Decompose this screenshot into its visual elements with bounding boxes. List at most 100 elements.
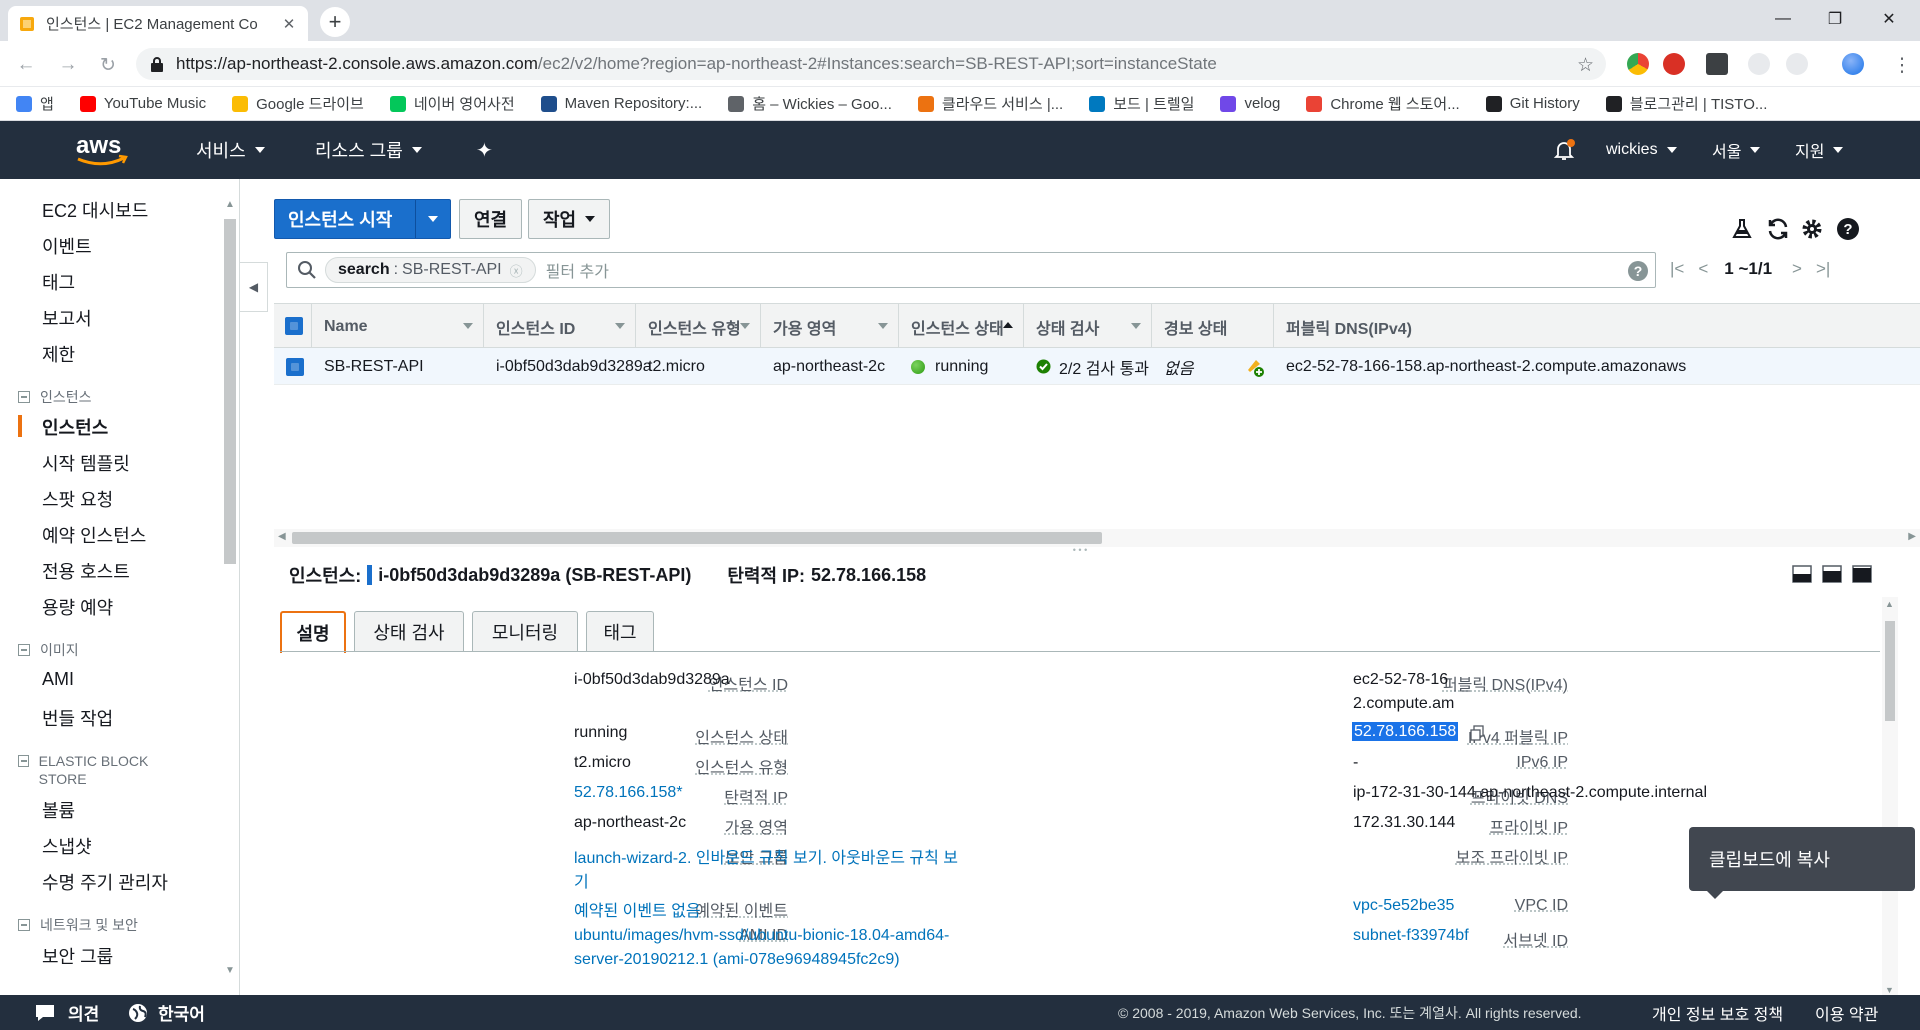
bookmark-item[interactable]: Chrome 웹 스토어... [1306, 93, 1460, 114]
extension-chrome-icon[interactable] [1627, 53, 1649, 75]
profile-avatar[interactable] [1842, 53, 1864, 75]
back-icon[interactable]: ← [14, 53, 38, 77]
value-scheduled-events-link[interactable]: 예약된 이벤트 없음 [574, 897, 701, 921]
column-header-public-dns[interactable]: 퍼블릭 DNS(IPv4) [1274, 304, 1920, 349]
value-elastic-ip-link[interactable]: 52.78.166.158* [574, 784, 683, 802]
layout-full-icon[interactable] [1852, 565, 1872, 583]
column-header-instance-state[interactable]: 인스턴스 상태 [899, 304, 1024, 349]
value-subnet-id-link[interactable]: subnet-f33974bf [1353, 927, 1469, 945]
forward-icon[interactable]: → [56, 53, 80, 77]
sidebar-item-volumes[interactable]: 볼륨 [42, 797, 75, 823]
sidebar-item-capacity-reservations[interactable]: 용량 예약 [42, 594, 113, 620]
tab-status-checks[interactable]: 상태 검사 [354, 611, 464, 651]
bookmark-item[interactable]: 블로그관리 | TISTO... [1605, 93, 1767, 114]
sidebar-item-security-groups[interactable]: 보안 그룹 [42, 943, 113, 969]
aws-logo-icon[interactable]: aws [72, 131, 132, 169]
settings-gear-icon[interactable] [1800, 217, 1824, 241]
tab-monitoring[interactable]: 모니터링 [472, 611, 578, 651]
extension-gear-icon[interactable] [1748, 53, 1770, 75]
column-header-status-checks[interactable]: 상태 검사 [1024, 304, 1152, 349]
vertical-scroll-thumb[interactable] [1885, 621, 1895, 721]
column-header-instance-id[interactable]: 인스턴스 ID [484, 304, 636, 349]
bookmark-item[interactable]: 앱 [16, 93, 54, 114]
sidebar-item-limits[interactable]: 제한 [42, 341, 75, 367]
resource-groups-menu[interactable]: 리소스 그룹 [315, 121, 422, 179]
value-security-groups-link-cont[interactable]: 기 [574, 868, 589, 892]
scroll-right-icon[interactable]: ▶ [1908, 531, 1916, 542]
filter-help-icon[interactable]: ? [1627, 260, 1649, 282]
tab-close-icon[interactable]: ✕ [280, 15, 298, 33]
column-header-name[interactable]: Name [312, 304, 484, 349]
value-vpc-id-link[interactable]: vpc-5e52be35 [1353, 897, 1454, 915]
scroll-down-icon[interactable]: ▼ [222, 965, 238, 981]
search-filter-pill[interactable]: search: SB-REST-API ⓧ [325, 257, 536, 283]
scroll-up-icon[interactable]: ▲ [1885, 599, 1894, 609]
support-menu[interactable]: 지원 [1795, 121, 1844, 179]
sidebar-section-ebs[interactable]: ELASTIC BLOCK STORE [18, 752, 178, 788]
value-ipv4-public-ip[interactable]: 52.78.166.158 [1352, 722, 1459, 741]
feedback-button[interactable]: 의견 [34, 995, 99, 1030]
services-menu[interactable]: 서비스 [196, 121, 265, 179]
sidebar-item-ami[interactable]: AMI [42, 669, 74, 690]
extension-user-icon[interactable] [1786, 53, 1808, 75]
tab-tags[interactable]: 태그 [586, 611, 654, 651]
window-close-icon[interactable]: ✕ [1866, 4, 1912, 34]
first-page-icon[interactable]: |< [1670, 259, 1684, 279]
refresh-icon[interactable] [1766, 217, 1790, 241]
language-selector[interactable]: 한국어 [128, 995, 205, 1030]
value-ami-id-link-cont[interactable]: server-20190212.1 (ami-078e96948945fc2c9… [574, 951, 900, 969]
bookmark-item[interactable]: 클라우드 서비스 |... [917, 93, 1063, 114]
last-page-icon[interactable]: >| [1816, 259, 1830, 279]
sidebar-item-dashboard[interactable]: EC2 대시보드 [42, 197, 148, 223]
bookmark-star-icon[interactable]: ☆ [1577, 54, 1594, 77]
sidebar-item-bundle-tasks[interactable]: 번들 작업 [42, 705, 113, 731]
column-header-alarm-status[interactable]: 경보 상태 [1152, 304, 1274, 349]
connect-button[interactable]: 연결 [459, 199, 522, 239]
browser-menu-icon[interactable]: ⋮ [1890, 53, 1914, 77]
sidebar-scroll-thumb[interactable] [224, 219, 236, 564]
scroll-up-icon[interactable]: ▲ [222, 199, 238, 215]
pin-icon[interactable]: ✦ [476, 121, 493, 179]
select-all-checkbox[interactable] [285, 317, 303, 335]
sidebar-section-network[interactable]: 네트워크 및 보안 [18, 916, 138, 934]
minimize-icon[interactable]: — [1760, 4, 1806, 34]
layout-bottom-icon[interactable] [1792, 565, 1812, 583]
bookmark-item[interactable]: Maven Repository:... [540, 95, 702, 112]
column-header-availability-zone[interactable]: 가용 영역 [761, 304, 899, 349]
add-alarm-bell-icon[interactable] [1244, 356, 1266, 378]
remove-filter-icon[interactable]: ⓧ [510, 261, 523, 280]
sidebar-item-reports[interactable]: 보고서 [42, 305, 92, 331]
sidebar-section-instances[interactable]: 인스턴스 [18, 388, 92, 406]
scroll-down-icon[interactable]: ▼ [1885, 985, 1894, 995]
url-bar[interactable]: https://ap-northeast-2.console.aws.amazo… [136, 48, 1606, 80]
value-security-groups-link[interactable]: launch-wizard-2. 인바운드 규칙 보기. 아웃바운드 규칙 보 [574, 844, 958, 868]
scroll-left-icon[interactable]: ◀ [278, 531, 286, 542]
column-header-instance-type[interactable]: 인스턴스 유형 [636, 304, 761, 349]
extension-adblock-icon[interactable] [1663, 53, 1685, 75]
sidebar-item-dedicated-hosts[interactable]: 전용 호스트 [42, 558, 130, 584]
browser-tab[interactable]: 인스턴스 | EC2 Management Co ✕ [8, 6, 308, 41]
horizontal-scroll-thumb[interactable] [292, 532, 1102, 544]
row-checkbox[interactable] [286, 358, 304, 376]
new-tab-button[interactable]: + [320, 7, 350, 37]
privacy-policy-link[interactable]: 개인 정보 보호 정책 [1652, 995, 1783, 1030]
terms-link[interactable]: 이용 약관 [1815, 995, 1878, 1030]
sidebar-section-images[interactable]: 이미지 [18, 641, 79, 659]
copy-to-clipboard-icon[interactable] [1469, 725, 1485, 741]
filter-bar[interactable]: search: SB-REST-API ⓧ 필터 추가 ? [286, 252, 1656, 288]
sidebar-item-instances[interactable]: 인스턴스 [42, 414, 108, 440]
help-icon[interactable]: ? [1836, 217, 1860, 241]
table-horizontal-scrollbar[interactable]: ◀ ▶ [274, 529, 1920, 547]
sidebar-item-lifecycle-manager[interactable]: 수명 주기 관리자 [42, 869, 168, 895]
sidebar-item-spot-requests[interactable]: 스팟 요청 [42, 486, 113, 512]
collapse-sidebar-button[interactable]: ◀ [240, 262, 268, 312]
bookmark-item[interactable]: 홈 – Wickies – Goo... [728, 93, 892, 114]
beaker-icon[interactable] [1730, 217, 1754, 241]
value-ami-id-link[interactable]: ubuntu/images/hvm-ssd/ubuntu-bionic-18.0… [574, 927, 949, 945]
bookmark-item[interactable]: 보드 | 트렐일 [1089, 93, 1194, 114]
extension-a-icon[interactable] [1706, 53, 1728, 75]
account-menu[interactable]: wickies [1606, 121, 1677, 179]
sidebar-item-launch-templates[interactable]: 시작 템플릿 [42, 450, 130, 476]
bookmark-item[interactable]: YouTube Music [79, 95, 206, 112]
bookmark-item[interactable]: Google 드라이브 [232, 93, 364, 114]
